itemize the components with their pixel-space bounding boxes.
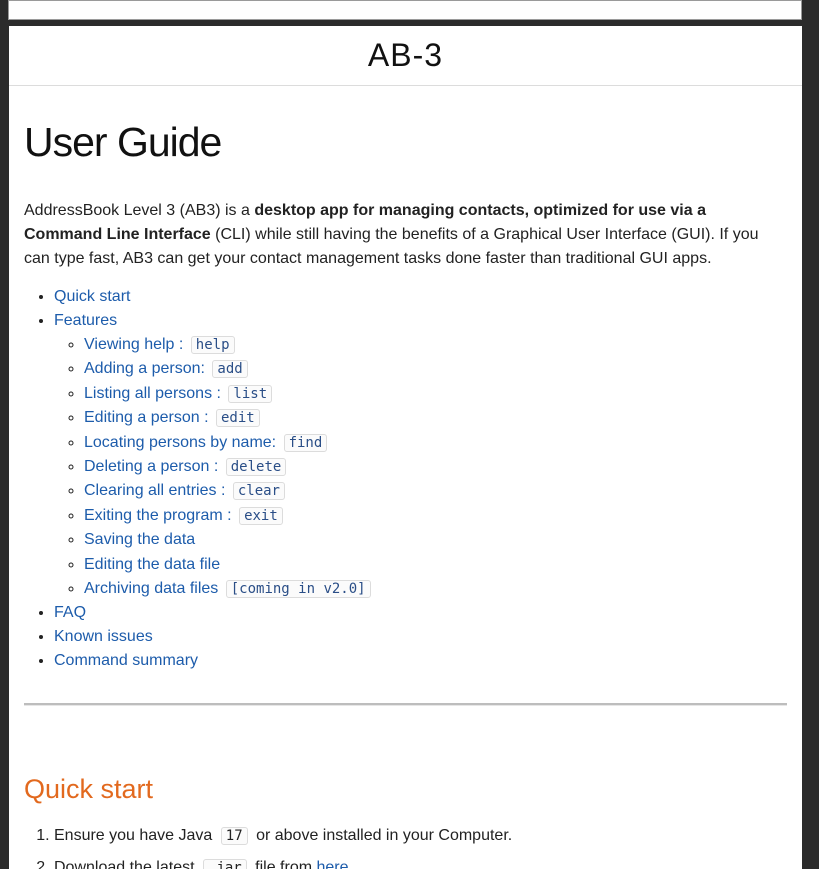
table-of-contents: Quick start Features Viewing help : help… xyxy=(24,285,787,673)
step-text: Ensure you have Java xyxy=(54,827,217,845)
step-item: Ensure you have Java 17 or above install… xyxy=(54,820,787,852)
toc-link-faq[interactable]: FAQ xyxy=(54,604,86,621)
quick-start-steps: Ensure you have Java 17 or above install… xyxy=(24,820,787,869)
intro-paragraph: AddressBook Level 3 (AB3) is a desktop a… xyxy=(24,199,787,271)
toc-link-known-issues[interactable]: Known issues xyxy=(54,628,153,645)
browser-top-strip xyxy=(8,0,802,20)
toc-link-label: Listing all persons : xyxy=(84,384,226,402)
toc-link-clearing-entries[interactable]: Clearing all entries : clear xyxy=(84,482,285,501)
intro-text-1: AddressBook Level 3 (AB3) is a xyxy=(24,202,255,219)
toc-link-locating-persons[interactable]: Locating persons by name: find xyxy=(84,433,328,452)
document-page: AB-3 User Guide AddressBook Level 3 (AB3… xyxy=(9,26,802,869)
download-link[interactable]: here xyxy=(317,859,349,869)
inline-code: edit xyxy=(215,409,260,428)
toc-link-adding-person[interactable]: Adding a person: add xyxy=(84,360,248,379)
toc-item-faq: FAQ xyxy=(54,601,787,625)
toc-link-label: Editing a person : xyxy=(84,409,213,427)
toc-link-listing-persons[interactable]: Listing all persons : list xyxy=(84,384,273,403)
step-text: Download the latest xyxy=(54,859,199,869)
toc-features-sublist: Viewing help : help Adding a person: add… xyxy=(54,333,787,601)
inline-code: [coming in v2.0] xyxy=(225,580,371,599)
toc-link-label: Locating persons by name: xyxy=(84,433,281,451)
toc-item-known-issues: Known issues xyxy=(54,625,787,649)
toc-link-quick-start[interactable]: Quick start xyxy=(54,288,130,305)
toc-subitem: Clearing all entries : clear xyxy=(84,479,787,503)
quick-start-heading: Quick start xyxy=(24,774,154,805)
inline-code: find xyxy=(283,433,328,452)
toc-subitem: Editing a person : edit xyxy=(84,406,787,430)
toc-item-quick-start: Quick start xyxy=(54,285,787,309)
page-title: User Guide xyxy=(24,119,222,165)
toc-link-label: Viewing help : xyxy=(84,336,188,353)
toc-link-label: Clearing all entries : xyxy=(84,482,230,500)
toc-subitem: Viewing help : help xyxy=(84,333,787,357)
toc-link-viewing-help[interactable]: Viewing help : help xyxy=(84,336,235,354)
step-item: Download the latest .jar file from here xyxy=(54,852,787,869)
toc-link-editing-data-file[interactable]: Editing the data file xyxy=(84,556,220,573)
inline-code: delete xyxy=(225,458,287,477)
toc-subitem: Exiting the program : exit xyxy=(84,504,787,528)
inline-code: exit xyxy=(239,506,283,525)
inline-code: clear xyxy=(232,482,285,501)
toc-link-command-summary[interactable]: Command summary xyxy=(54,652,198,669)
inline-code: help xyxy=(190,336,235,354)
toc-link-editing-person[interactable]: Editing a person : edit xyxy=(84,409,260,428)
step-text: file from xyxy=(250,859,317,869)
toc-item-command-summary: Command summary xyxy=(54,649,787,673)
site-title[interactable]: AB-3 xyxy=(368,37,443,74)
toc-subitem: Saving the data xyxy=(84,528,787,552)
site-header: AB-3 xyxy=(9,26,802,86)
main-content: User Guide AddressBook Level 3 (AB3) is … xyxy=(9,118,802,869)
toc-link-deleting-person[interactable]: Deleting a person : delete xyxy=(84,458,287,477)
toc-item-features: Features Viewing help : help Adding a pe… xyxy=(54,309,787,601)
inline-code: .jar xyxy=(202,859,247,869)
toc-link-saving-data[interactable]: Saving the data xyxy=(84,531,195,548)
toc-link-label: Exiting the program : xyxy=(84,506,237,524)
toc-link-archiving-data[interactable]: Archiving data files [coming in v2.0] xyxy=(84,580,371,599)
toc-subitem: Archiving data files [coming in v2.0] xyxy=(84,577,787,601)
toc-link-features[interactable]: Features xyxy=(54,312,117,329)
toc-subitem: Listing all persons : list xyxy=(84,382,787,406)
toc-subitem: Locating persons by name: find xyxy=(84,431,787,455)
section-divider xyxy=(24,703,787,707)
toc-subitem: Adding a person: add xyxy=(84,357,787,381)
inline-code: add xyxy=(212,360,248,379)
inline-code: list xyxy=(228,384,273,403)
toc-link-label: Deleting a person : xyxy=(84,458,223,476)
toc-link-label: Adding a person: xyxy=(84,360,210,378)
toc-subitem: Editing the data file xyxy=(84,553,787,577)
inline-code: 17 xyxy=(220,827,248,846)
toc-subitem: Deleting a person : delete xyxy=(84,455,787,479)
step-text: or above installed in your Computer. xyxy=(251,827,513,845)
toc-link-exiting-program[interactable]: Exiting the program : exit xyxy=(84,506,283,525)
toc-link-label: Archiving data files xyxy=(84,580,223,598)
